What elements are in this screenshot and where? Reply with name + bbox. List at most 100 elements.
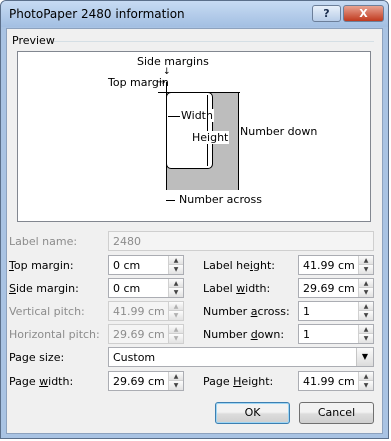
number-across-caption: Number across <box>179 193 262 206</box>
label-name-label: Label name: <box>9 235 78 248</box>
label-width-value: 29.69 cm <box>303 282 355 295</box>
number-across-tick <box>166 200 175 201</box>
spin-down-arrow-icon[interactable]: ▼ <box>169 381 183 390</box>
spin-down-arrow-icon: ▼ <box>169 334 183 343</box>
label-name-value: 2480 <box>113 235 141 248</box>
preview-page-edge-left <box>166 82 167 190</box>
number-down-label: Number down: <box>203 328 284 341</box>
number-across-input[interactable]: 1 ▲ ▼ <box>298 301 374 321</box>
page-height-value: 41.99 cm <box>303 375 355 388</box>
top-margin-label: Top margin: <box>9 259 74 272</box>
label-height-label: Label height: <box>203 259 275 272</box>
number-down-text-rest: own: <box>257 328 285 341</box>
height-caption: Height <box>191 131 230 144</box>
spin-down-arrow-icon: ▼ <box>169 311 183 320</box>
spin-up-arrow-icon: ▲ <box>169 302 183 311</box>
width-caption: Width <box>180 109 214 122</box>
label-width-hotkey: w <box>236 282 246 295</box>
spin-down-arrow-icon[interactable]: ▼ <box>359 265 373 274</box>
spin-down-arrow-icon[interactable]: ▼ <box>359 334 373 343</box>
number-down-input[interactable]: 1 ▲ ▼ <box>298 324 374 344</box>
page-size-value: Custom <box>113 351 156 364</box>
spin-up-arrow-icon[interactable]: ▲ <box>359 279 373 288</box>
top-margin-value: 0 cm <box>113 259 141 272</box>
number-down-hotkey: d <box>250 328 258 341</box>
page-size-label: Page size: <box>9 351 65 364</box>
label-width-label: Label width: <box>203 282 270 295</box>
spin-up-arrow-icon[interactable]: ▲ <box>359 325 373 334</box>
page-height-label: Page Height: <box>203 375 273 388</box>
number-across-value: 1 <box>303 305 310 318</box>
chevron-down-icon[interactable]: ▼ <box>356 348 373 366</box>
dialog-body: Preview Side margins ↓ Top margin → Widt… <box>6 28 383 434</box>
number-across-text-rest: cross: <box>257 305 290 318</box>
label-width-spinner[interactable]: ▲ ▼ <box>358 279 373 297</box>
label-width-input[interactable]: 29.69 cm ▲ ▼ <box>298 278 374 298</box>
number-across-label: Number across: <box>203 305 290 318</box>
spin-up-arrow-icon[interactable]: ▲ <box>169 256 183 265</box>
side-margin-input[interactable]: 0 cm ▲ ▼ <box>108 278 184 298</box>
vertical-pitch-label: Vertical pitch: <box>9 305 85 318</box>
page-height-text-pre: Page <box>203 375 234 388</box>
spin-up-arrow-icon[interactable]: ▲ <box>169 279 183 288</box>
label-width-text-pre: Label <box>203 282 237 295</box>
page-height-text-rest: eight: <box>241 375 274 388</box>
number-across-text-pre: Number <box>203 305 251 318</box>
number-down-spinner[interactable]: ▲ ▼ <box>358 325 373 343</box>
label-height-text-pre: Label he <box>203 259 250 272</box>
vertical-pitch-spinner: ▲ ▼ <box>168 302 183 320</box>
top-margin-label-text: op margin: <box>13 259 74 272</box>
spin-up-arrow-icon[interactable]: ▲ <box>359 302 373 311</box>
spin-down-arrow-icon[interactable]: ▼ <box>169 288 183 297</box>
label-height-value: 41.99 cm <box>303 259 355 272</box>
side-margin-spinner[interactable]: ▲ ▼ <box>168 279 183 297</box>
number-down-value: 1 <box>303 328 310 341</box>
horizontal-pitch-label: Horizontal pitch: <box>9 328 100 341</box>
preview-panel: Side margins ↓ Top margin → Width Height… <box>17 51 371 222</box>
page-width-label: Page width: <box>9 375 73 388</box>
spin-up-arrow-icon[interactable]: ▲ <box>359 372 373 381</box>
top-margin-input[interactable]: 0 cm ▲ ▼ <box>108 255 184 275</box>
spin-up-arrow-icon: ▲ <box>169 325 183 334</box>
window-title: PhotoPaper 2480 information <box>9 7 185 21</box>
close-button[interactable]: X <box>343 5 384 22</box>
spin-down-arrow-icon[interactable]: ▼ <box>359 311 373 320</box>
page-width-text-rest: idth: <box>48 375 74 388</box>
spin-down-arrow-icon[interactable]: ▼ <box>169 265 183 274</box>
label-height-input[interactable]: 41.99 cm ▲ ▼ <box>298 255 374 275</box>
page-width-hotkey: w <box>39 375 49 388</box>
spin-up-arrow-icon[interactable]: ▲ <box>359 256 373 265</box>
side-margin-label-text: ide margin: <box>15 282 79 295</box>
title-bar[interactable]: PhotoPaper 2480 information ? X <box>1 1 388 27</box>
horizontal-pitch-spinner: ▲ ▼ <box>168 325 183 343</box>
dialog-window: PhotoPaper 2480 information ? X Preview … <box>0 0 389 439</box>
label-name-input: 2480 <box>108 231 374 251</box>
page-width-spinner[interactable]: ▲ ▼ <box>168 372 183 390</box>
cancel-button[interactable]: Cancel <box>299 402 374 424</box>
page-height-input[interactable]: 41.99 cm ▲ ▼ <box>298 371 374 391</box>
page-height-spinner[interactable]: ▲ ▼ <box>358 372 373 390</box>
group-divider <box>54 41 374 42</box>
horizontal-pitch-input: 29.69 cm ▲ ▼ <box>108 324 184 344</box>
help-button[interactable]: ? <box>312 5 341 22</box>
spin-down-arrow-icon[interactable]: ▼ <box>359 288 373 297</box>
vertical-pitch-input: 41.99 cm ▲ ▼ <box>108 301 184 321</box>
page-size-select[interactable]: Custom ▼ <box>108 347 374 367</box>
label-width-text-rest: idth: <box>245 282 271 295</box>
spin-down-arrow-icon[interactable]: ▼ <box>359 381 373 390</box>
number-down-line <box>238 92 239 190</box>
side-margin-value: 0 cm <box>113 282 141 295</box>
top-margin-arrow-icon: → <box>157 77 166 88</box>
page-width-input[interactable]: 29.69 cm ▲ ▼ <box>108 371 184 391</box>
side-margin-label: Side margin: <box>9 282 79 295</box>
label-height-spinner[interactable]: ▲ ▼ <box>358 256 373 274</box>
page-width-text-pre: Page <box>9 375 40 388</box>
ok-button[interactable]: OK <box>215 402 290 424</box>
number-down-caption: Number down <box>240 125 318 138</box>
preview-page-edge-top <box>158 92 240 93</box>
spin-up-arrow-icon[interactable]: ▲ <box>169 372 183 381</box>
page-width-value: 29.69 cm <box>113 375 165 388</box>
number-across-spinner[interactable]: ▲ ▼ <box>358 302 373 320</box>
top-margin-spinner[interactable]: ▲ ▼ <box>168 256 183 274</box>
horizontal-pitch-value: 29.69 cm <box>113 328 165 341</box>
